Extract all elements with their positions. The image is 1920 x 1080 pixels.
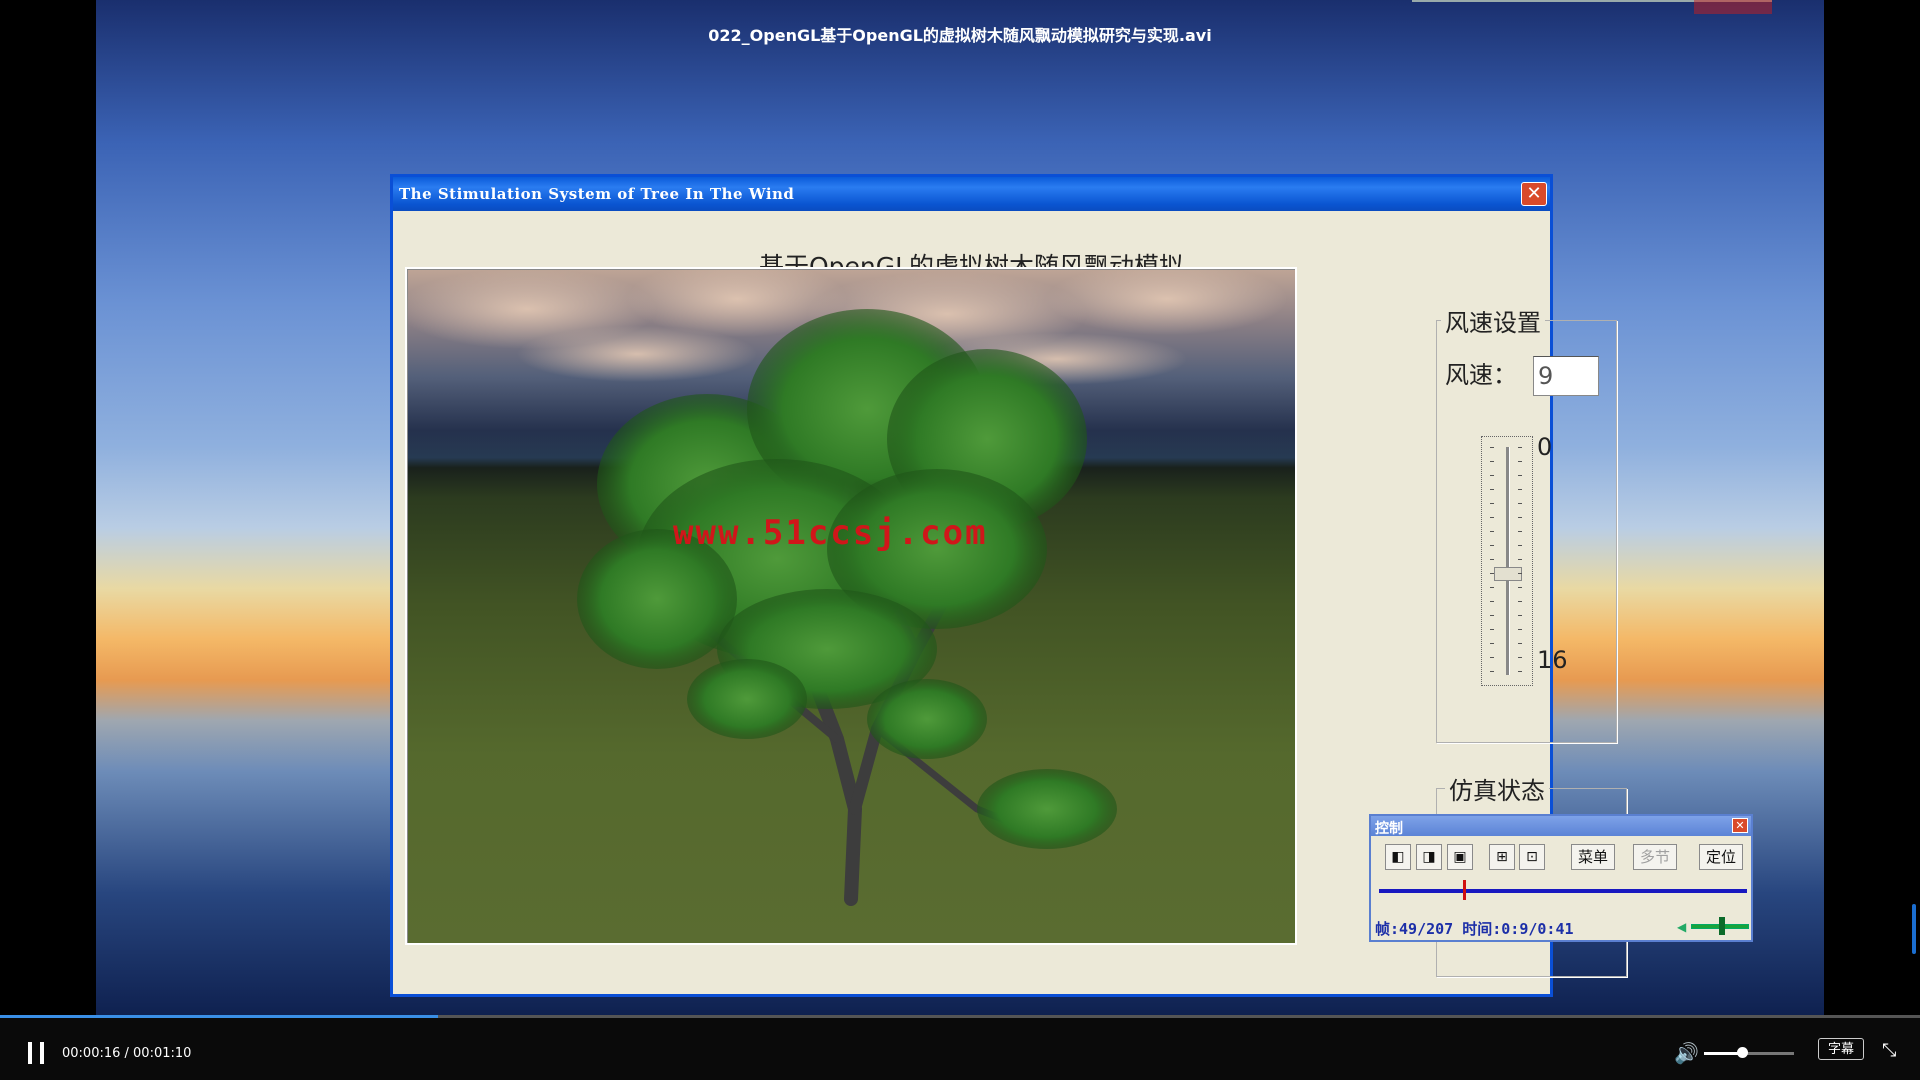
wind-speed-slider[interactable]	[1481, 436, 1533, 686]
menu-button[interactable]: 菜单	[1571, 844, 1616, 870]
slider-tick	[1518, 447, 1522, 448]
slider-tick	[1490, 657, 1494, 658]
slider-tick	[1518, 545, 1522, 546]
slider-tick	[1518, 587, 1522, 588]
tree-3d-viewport[interactable]: www.51ccsj.com	[405, 267, 1297, 945]
volume-thumb[interactable]	[1736, 1047, 1748, 1058]
stop-button[interactable]: ◨	[1416, 844, 1442, 870]
control-titlebar[interactable]: 控制 ✕	[1371, 816, 1751, 837]
pause-button[interactable]	[26, 1042, 46, 1064]
slider-tick	[1490, 531, 1494, 532]
viewport-watermark: www.51ccsj.com	[673, 513, 988, 553]
wind-speed-label: 风速：	[1445, 361, 1517, 389]
slider-tick	[1490, 587, 1494, 588]
next-frame-button[interactable]: ▣	[1447, 844, 1473, 870]
speaker-icon[interactable]: 🔊	[1674, 1041, 1699, 1065]
slider-tick	[1518, 475, 1522, 476]
window-size-button[interactable]: ⊞	[1489, 844, 1515, 870]
prev-frame-icon: ◧	[1391, 849, 1405, 865]
tree-scene	[407, 269, 1287, 906]
video-progress-fill	[0, 1015, 438, 1018]
wind-settings-label: 风速设置	[1441, 303, 1545, 338]
slider-tick	[1490, 489, 1494, 490]
slider-tick	[1518, 503, 1522, 504]
control-close-button[interactable]: ✕	[1732, 818, 1748, 833]
control-volume-icon: ◀	[1677, 920, 1687, 934]
slider-min-label: 0	[1537, 433, 1553, 461]
slider-tick	[1490, 601, 1494, 602]
slider-tick	[1490, 475, 1494, 476]
pause-icon	[28, 1042, 32, 1064]
wind-speed-input[interactable]	[1533, 356, 1599, 396]
multi-button[interactable]: 多节	[1633, 844, 1678, 870]
locate-button[interactable]: 定位	[1699, 844, 1744, 870]
slider-tick	[1490, 545, 1494, 546]
slider-tick	[1490, 615, 1494, 616]
slider-tick	[1490, 517, 1494, 518]
side-scrollbar[interactable]	[1912, 904, 1916, 954]
slider-tick	[1518, 671, 1522, 672]
slider-tick	[1518, 489, 1522, 490]
control-panel: 控制 ✕ ◧ ◨ ▣ ⊞ ⊡ 菜单 多节 定位 帧:49/207 时间:0:9/…	[1369, 814, 1753, 942]
slider-tick	[1518, 643, 1522, 644]
slider-thumb[interactable]	[1494, 567, 1522, 581]
slider-tick	[1490, 461, 1494, 462]
slider-tick	[1490, 447, 1494, 448]
slider-tick	[1490, 559, 1494, 560]
slider-tick	[1518, 461, 1522, 462]
window-titlebar[interactable]: The Stimulation System of Tree In The Wi…	[393, 177, 1550, 211]
sim-status-label: 仿真状态	[1445, 771, 1549, 806]
slider-tick	[1518, 615, 1522, 616]
slider-max-label: 16	[1537, 646, 1568, 674]
frame-time-info: 帧:49/207 时间:0:9/0:41	[1375, 920, 1574, 938]
fit-button[interactable]: ⊡	[1519, 844, 1545, 870]
prev-frame-button[interactable]: ◧	[1385, 844, 1411, 870]
slider-tick	[1518, 531, 1522, 532]
window-close-button[interactable]: ✕	[1521, 182, 1547, 206]
slider-tick	[1490, 503, 1494, 504]
fit-icon: ⊡	[1526, 849, 1538, 865]
subtitle-button[interactable]: 字幕	[1818, 1038, 1864, 1060]
slider-tick	[1518, 629, 1522, 630]
exit-fullscreen-icon[interactable]: ⤡	[1882, 1040, 1896, 1061]
control-title: 控制	[1375, 821, 1403, 837]
slider-tick	[1518, 559, 1522, 560]
slider-tick	[1518, 573, 1522, 574]
control-seek-bar[interactable]	[1379, 889, 1747, 893]
wind-settings-group: 风速设置 风速： 0 16	[1436, 303, 1617, 743]
next-frame-icon: ▣	[1453, 849, 1467, 865]
window-size-icon: ⊞	[1496, 849, 1508, 865]
control-seek-thumb[interactable]	[1463, 880, 1466, 900]
slider-tick	[1518, 517, 1522, 518]
player-controls: 00:00:16 / 00:01:10 🔊 字幕 ⤡	[0, 1015, 1920, 1080]
corner-mark	[1694, 0, 1772, 14]
video-title: 022_OpenGL基于OpenGL的虚拟树木随风飘动模拟研究与实现.avi	[708, 26, 1212, 45]
slider-tick	[1518, 601, 1522, 602]
slider-tick	[1490, 643, 1494, 644]
playback-time: 00:00:16 / 00:01:10	[62, 1046, 192, 1061]
slider-track	[1506, 447, 1510, 675]
stop-icon: ◨	[1422, 849, 1436, 865]
slider-tick	[1518, 657, 1522, 658]
window-title: The Stimulation System of Tree In The Wi…	[399, 185, 795, 203]
slider-tick	[1490, 573, 1494, 574]
slider-tick	[1490, 629, 1494, 630]
slider-tick	[1490, 671, 1494, 672]
control-volume-thumb[interactable]	[1719, 917, 1725, 935]
